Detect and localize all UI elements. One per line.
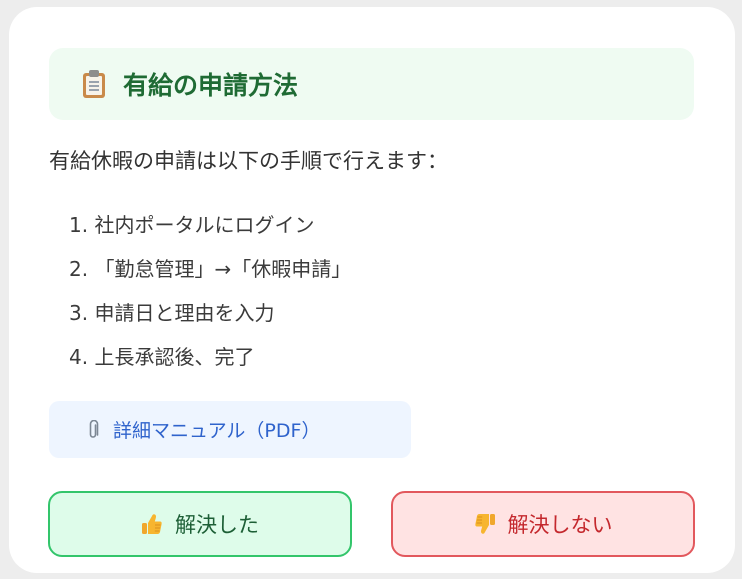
manual-link-label: 詳細マニュアル（PDF） [113, 420, 321, 442]
resolved-button-label: 解決した [175, 513, 259, 537]
title-banner: 有給の申請方法 [49, 48, 694, 120]
unresolved-button-label: 解決しない [507, 513, 613, 537]
steps-list: 1. 社内ポータルにログイン 2. 「勤怠管理」→「休暇申請」 3. 申請日と理… [69, 203, 351, 379]
step-item: 3. 申請日と理由を入力 [69, 301, 275, 325]
thumbs-up-icon [142, 514, 162, 534]
paperclip-icon [89, 419, 99, 438]
manual-pdf-link[interactable]: 詳細マニュアル（PDF） [49, 401, 411, 458]
unresolved-button[interactable]: 解決しない [391, 491, 695, 557]
thumbs-down-icon [474, 514, 495, 534]
step-item: 1. 社内ポータルにログイン [69, 213, 315, 237]
intro-text: 有給休暇の申請は以下の手順で行えます： [49, 149, 448, 173]
step-item: 4. 上長承認後、完了 [69, 345, 255, 369]
card-title: 有給の申請方法 [123, 71, 299, 100]
step-item: 2. 「勤怠管理」→「休暇申請」 [69, 257, 352, 281]
resolved-button[interactable]: 解決した [48, 491, 352, 557]
clipboard-icon [83, 70, 105, 98]
answer-card: 有給の申請方法 有給休暇の申請は以下の手順で行えます： 1. 社内ポータルにログ… [9, 7, 735, 573]
